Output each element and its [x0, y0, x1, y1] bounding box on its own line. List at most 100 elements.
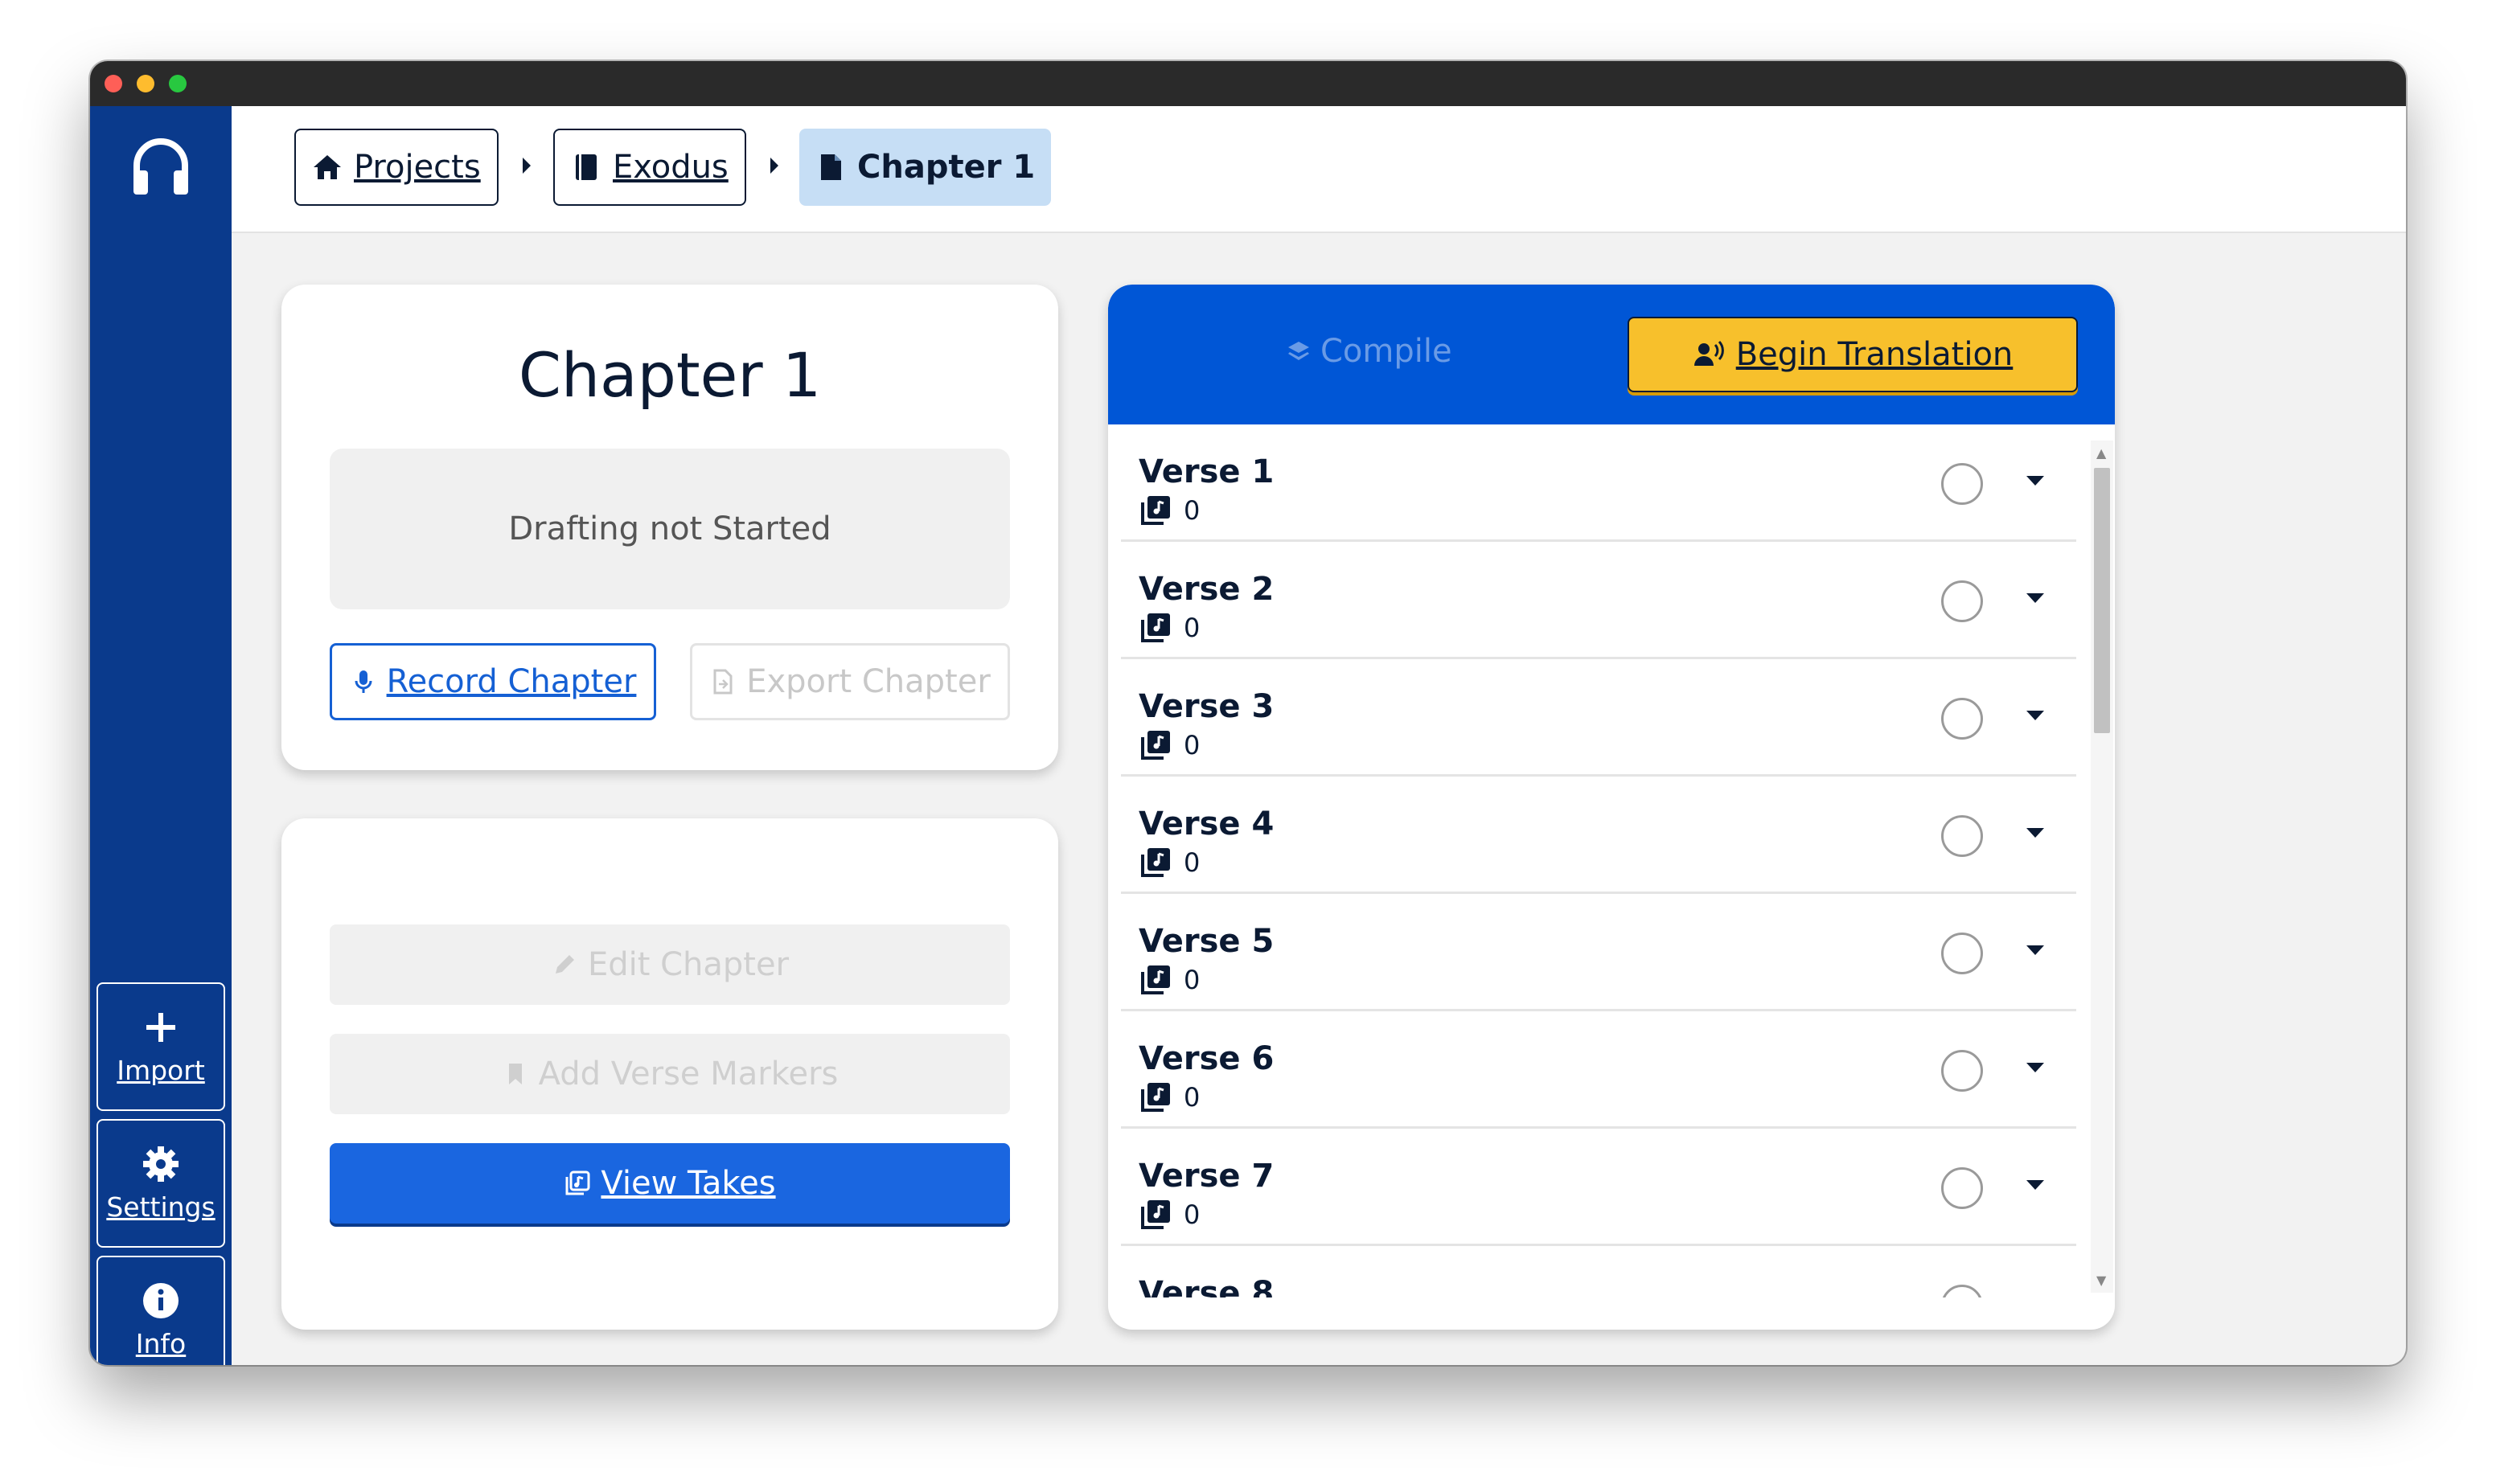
- view-takes-button[interactable]: View Takes: [330, 1143, 1010, 1224]
- verse-take-count: 0: [1184, 1199, 1201, 1230]
- breadcrumb-projects[interactable]: Projects: [294, 129, 499, 206]
- verse-take-count: 0: [1184, 495, 1201, 526]
- verse-name: Verse 7: [1139, 1158, 1275, 1195]
- caret-down-icon[interactable]: [2026, 1063, 2044, 1072]
- info-button[interactable]: Info: [96, 1256, 225, 1365]
- caret-down-icon[interactable]: [2026, 476, 2044, 486]
- sidebar: Import Settings Info: [90, 106, 232, 1365]
- begin-translation-label: Begin Translation: [1735, 336, 2014, 373]
- verse-complete-toggle[interactable]: [1941, 933, 1983, 974]
- chapter-card: Chapter 1 Drafting not Started Record Ch…: [281, 285, 1058, 770]
- verse-list-scrollbar[interactable]: ▲ ▼: [2091, 441, 2113, 1293]
- app-window: Import Settings Info Projects Exodus Cha…: [90, 61, 2406, 1365]
- verse-row[interactable]: Verse 6 0: [1121, 1011, 2076, 1129]
- record-chapter-button[interactable]: Record Chapter: [330, 643, 656, 720]
- takes-icon: [1141, 965, 1170, 994]
- verse-take-count: 0: [1184, 1082, 1201, 1113]
- verse-takes: 0: [1139, 494, 1200, 527]
- breadcrumb: Projects Exodus Chapter 1: [232, 106, 2406, 233]
- minimize-window-button[interactable]: [137, 75, 154, 92]
- verse-complete-toggle[interactable]: [1941, 1167, 1983, 1209]
- verse-row[interactable]: Verse 7 0: [1121, 1129, 2076, 1246]
- verse-row[interactable]: Verse 4 0: [1121, 777, 2076, 894]
- takes-icon: [1141, 613, 1170, 642]
- close-window-button[interactable]: [105, 75, 122, 92]
- add-verse-markers-label: Add Verse Markers: [538, 1056, 839, 1093]
- title-bar: [90, 61, 2406, 106]
- settings-button[interactable]: Settings: [96, 1119, 225, 1248]
- verse-complete-toggle[interactable]: [1941, 1050, 1983, 1092]
- chapter-title: Chapter 1: [518, 339, 822, 411]
- verse-complete-toggle[interactable]: [1941, 463, 1983, 505]
- scroll-down-icon[interactable]: ▼: [2096, 1273, 2106, 1288]
- add-verse-markers-button[interactable]: Add Verse Markers: [330, 1034, 1010, 1114]
- verse-row[interactable]: Verse 1 0: [1121, 424, 2076, 542]
- takes-icon: [1141, 1083, 1170, 1112]
- edit-chapter-label: Edit Chapter: [587, 946, 790, 983]
- verse-take-count: 0: [1184, 847, 1201, 878]
- chapter-actions-card: Edit Chapter Add Verse Markers View Take…: [281, 818, 1058, 1330]
- import-button[interactable]: Import: [96, 982, 225, 1111]
- drafting-status: Drafting not Started: [330, 449, 1010, 609]
- gear-icon: [143, 1146, 179, 1182]
- takes-icon: [1141, 496, 1170, 525]
- caret-down-icon[interactable]: [2026, 593, 2044, 603]
- verse-complete-toggle[interactable]: [1941, 1285, 1983, 1297]
- info-label: Info: [135, 1327, 187, 1359]
- verse-takes: 0: [1139, 1198, 1200, 1232]
- scroll-up-icon[interactable]: ▲: [2096, 445, 2106, 461]
- record-chapter-label: Record Chapter: [386, 663, 637, 700]
- verse-take-count: 0: [1184, 730, 1201, 760]
- layers-icon: [1288, 342, 1309, 360]
- scroll-thumb[interactable]: [2094, 468, 2110, 733]
- takes-icon: [565, 1170, 590, 1195]
- verse-row[interactable]: Verse 8 0: [1121, 1246, 2076, 1297]
- verse-takes: 0: [1139, 611, 1200, 645]
- verse-complete-toggle[interactable]: [1941, 815, 1983, 857]
- verse-list: Verse 1 0 Verse 2 0 Verse 3 0 Verse 4 0 …: [1121, 424, 2076, 1297]
- caret-down-icon[interactable]: [2026, 711, 2044, 720]
- file-icon: [821, 154, 841, 180]
- caret-down-icon[interactable]: [2026, 828, 2044, 838]
- begin-translation-button[interactable]: Begin Translation: [1628, 317, 2078, 392]
- plus-icon: [146, 1012, 175, 1042]
- verse-takes: 0: [1139, 846, 1200, 879]
- verse-name: Verse 1: [1139, 453, 1275, 490]
- breadcrumb-book-label: Exodus: [613, 149, 729, 186]
- verse-complete-toggle[interactable]: [1941, 580, 1983, 622]
- edit-chapter-button[interactable]: Edit Chapter: [330, 924, 1010, 1005]
- view-takes-label: View Takes: [601, 1165, 776, 1202]
- headphones-icon: [133, 138, 188, 195]
- maximize-window-button[interactable]: [169, 75, 187, 92]
- verse-row[interactable]: Verse 2 0: [1121, 542, 2076, 659]
- breadcrumb-book[interactable]: Exodus: [553, 129, 746, 206]
- verse-name: Verse 5: [1139, 923, 1275, 960]
- caret-right-icon: [770, 158, 778, 174]
- verse-row[interactable]: Verse 3 0: [1121, 659, 2076, 777]
- microphone-icon: [355, 670, 372, 693]
- compile-label: Compile: [1320, 333, 1452, 370]
- export-chapter-button[interactable]: Export Chapter: [690, 643, 1010, 720]
- verse-name: Verse 4: [1139, 806, 1275, 842]
- verse-row[interactable]: Verse 5 0: [1121, 894, 2076, 1011]
- breadcrumb-chapter: Chapter 1: [799, 129, 1052, 206]
- verse-takes: 0: [1139, 963, 1200, 997]
- speaking-user-icon: [1693, 340, 1724, 366]
- verse-complete-toggle[interactable]: [1941, 698, 1983, 740]
- takes-icon: [1141, 1200, 1170, 1229]
- settings-label: Settings: [106, 1191, 216, 1223]
- verse-panel-header: Compile Begin Translation: [1108, 285, 2115, 424]
- compile-button[interactable]: Compile: [1287, 333, 1452, 370]
- breadcrumb-projects-label: Projects: [354, 149, 481, 186]
- verse-take-count: 0: [1184, 965, 1201, 995]
- file-export-icon: [713, 669, 733, 695]
- caret-down-icon[interactable]: [2026, 945, 2044, 955]
- breadcrumb-chapter-label: Chapter 1: [857, 149, 1036, 186]
- home-icon: [314, 155, 341, 179]
- verse-name: Verse 6: [1139, 1040, 1275, 1077]
- verse-takes: 0: [1139, 1080, 1200, 1114]
- takes-icon: [1141, 848, 1170, 877]
- book-icon: [576, 154, 597, 180]
- caret-down-icon[interactable]: [2026, 1180, 2044, 1190]
- verse-name: Verse 8: [1139, 1275, 1275, 1297]
